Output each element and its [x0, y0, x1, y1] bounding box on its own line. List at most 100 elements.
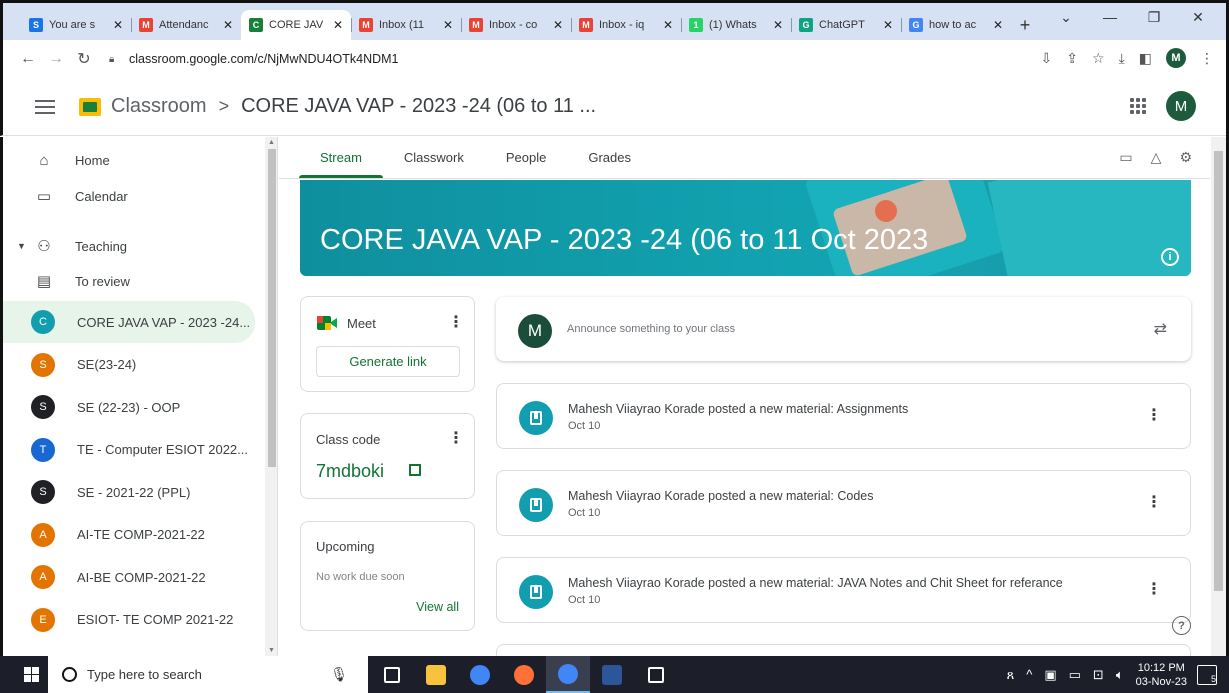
- tab-title: CORE JAV: [269, 19, 324, 31]
- task-view-icon[interactable]: [370, 656, 414, 693]
- page-scroll-thumb[interactable]: [1214, 151, 1223, 591]
- people-icon[interactable]: ጸ: [1007, 667, 1015, 683]
- url-field[interactable]: 🔒︎ classroom.google.com/c/NjMwNDU4OTk4ND…: [109, 52, 399, 66]
- tab-people[interactable]: People: [485, 136, 567, 178]
- microphone-icon[interactable]: 🎙︎: [330, 666, 348, 683]
- account-avatar[interactable]: M: [1166, 91, 1196, 121]
- calendar-icon[interactable]: ▭: [1119, 149, 1132, 166]
- tab-grades[interactable]: Grades: [567, 136, 652, 178]
- repost-icon[interactable]: ⇄: [1154, 319, 1167, 339]
- post-more-icon[interactable]: ⋮: [1146, 408, 1162, 424]
- classroom-logo-icon[interactable]: [79, 97, 101, 116]
- firefox-icon[interactable]: [502, 656, 546, 693]
- photos-icon[interactable]: [634, 656, 678, 693]
- google-apps-icon[interactable]: [1130, 98, 1146, 114]
- info-icon[interactable]: i: [1161, 248, 1179, 266]
- post-more-icon[interactable]: ⋮: [1146, 495, 1162, 511]
- sidebar-item-to-review[interactable]: ▤ To review: [3, 261, 255, 301]
- help-icon[interactable]: ?: [1172, 616, 1191, 635]
- share-icon[interactable]: ⇪: [1066, 50, 1078, 67]
- side-panel-icon[interactable]: ◧: [1139, 50, 1152, 67]
- browser-tab[interactable]: 1 (1) Whats ✕: [681, 10, 791, 40]
- restore-button[interactable]: ❐: [1132, 9, 1176, 26]
- download-icon[interactable]: ⤓: [1119, 50, 1125, 67]
- page-scrollbar[interactable]: [1211, 137, 1226, 656]
- stream-post[interactable]: Mahesh Viiayrao Korade posted a new mate…: [496, 383, 1191, 449]
- sidebar-scrollbar[interactable]: ▲ ▼: [265, 137, 277, 656]
- notification-center-icon[interactable]: 5: [1197, 664, 1217, 685]
- tab-stream[interactable]: Stream: [299, 136, 383, 178]
- sidebar-class-item[interactable]: A AI-TE COMP-2021-22: [3, 514, 255, 556]
- browser-tab[interactable]: Ghow to ac ✕: [901, 10, 1011, 40]
- main-menu-icon[interactable]: [35, 96, 55, 118]
- browser-menu-icon[interactable]: ⋮: [1200, 50, 1214, 67]
- browser-tab[interactable]: M Inbox - iq ✕: [571, 10, 681, 40]
- browser-tab[interactable]: S You are s ✕: [21, 10, 131, 40]
- generate-link-button[interactable]: Generate link: [316, 346, 460, 377]
- sidebar-scroll-thumb[interactable]: [268, 149, 276, 467]
- browser-tab[interactable]: G ChatGPT ✕: [791, 10, 901, 40]
- battery-icon[interactable]: ▭: [1069, 667, 1081, 683]
- sidebar-class-item[interactable]: S SE - 2021-22 (PPL): [3, 471, 255, 513]
- sidebar-class-item[interactable]: A AI-BE COMP-2021-22: [3, 556, 255, 598]
- announce-placeholder[interactable]: Announce something to your class: [567, 323, 735, 335]
- close-tab-icon[interactable]: ✕: [883, 18, 893, 32]
- sidebar-class-item[interactable]: S SE(23-24): [3, 344, 255, 386]
- close-tab-icon[interactable]: ✕: [223, 18, 233, 32]
- forward-icon[interactable]: →: [45, 50, 67, 68]
- network-icon[interactable]: ⊡: [1093, 667, 1104, 683]
- view-all-link[interactable]: View all: [416, 600, 459, 614]
- close-tab-icon[interactable]: ✕: [443, 18, 453, 32]
- stream-post[interactable]: Mahesh Viiayrao Korade posted a new mate…: [496, 557, 1191, 623]
- sidebar-class-item[interactable]: T TE - Computer ESIOT 2022...: [3, 429, 255, 471]
- close-tab-icon[interactable]: ✕: [553, 18, 563, 32]
- close-tab-icon[interactable]: ✕: [993, 18, 1003, 32]
- taskbar-search[interactable]: Type here to search 🎙︎: [48, 656, 368, 693]
- browser-tab[interactable]: M Inbox - co ✕: [461, 10, 571, 40]
- tab-search-icon[interactable]: ⌄: [1044, 9, 1088, 26]
- collapse-caret-icon[interactable]: ▼: [17, 241, 26, 251]
- bookmark-star-icon[interactable]: ☆: [1092, 50, 1105, 67]
- tab-classwork[interactable]: Classwork: [383, 136, 485, 178]
- taskbar-clock[interactable]: 10:12 PM 03-Nov-23: [1136, 661, 1187, 689]
- file-explorer-icon[interactable]: [414, 656, 458, 693]
- tray-overflow-icon[interactable]: ^: [1026, 667, 1032, 682]
- scroll-down-icon[interactable]: ▼: [268, 647, 275, 654]
- settings-gear-icon[interactable]: ⚙: [1179, 149, 1192, 166]
- sidebar-class-item[interactable]: C CORE JAVA VAP - 2023 -24...: [3, 301, 255, 343]
- stream-post[interactable]: Mahesh Viiayrao Korade posted a new mate…: [496, 470, 1191, 536]
- class-code-more-icon[interactable]: ⋮: [448, 431, 464, 447]
- close-tab-icon[interactable]: ✕: [113, 18, 123, 32]
- sidebar-item-home[interactable]: ⌂ Home: [3, 140, 255, 180]
- app-title[interactable]: Classroom: [111, 95, 207, 118]
- announce-box[interactable]: M Announce something to your class ⇄: [496, 297, 1191, 361]
- windows-start-icon[interactable]: [24, 667, 39, 682]
- minimize-button[interactable]: —: [1088, 9, 1132, 26]
- sidebar-item-teaching[interactable]: ⚇ Teaching ▼: [3, 226, 255, 266]
- fullscreen-icon[interactable]: [409, 464, 421, 476]
- chrome-icon[interactable]: [458, 656, 502, 693]
- sidebar-class-item[interactable]: S SE (22-23) - OOP: [3, 386, 255, 428]
- close-window-button[interactable]: ✕: [1176, 9, 1220, 26]
- volume-icon[interactable]: 🔈︎: [1116, 667, 1124, 683]
- close-tab-icon[interactable]: ✕: [773, 18, 783, 32]
- sidebar-class-item[interactable]: E ESIOT- TE COMP 2021-22: [3, 599, 255, 641]
- chrome-icon[interactable]: [546, 656, 590, 693]
- drive-icon[interactable]: △: [1151, 149, 1162, 166]
- meet-more-icon[interactable]: ⋮: [448, 315, 464, 331]
- browser-tab[interactable]: C CORE JAV ✕: [241, 10, 351, 40]
- browser-profile-avatar[interactable]: M: [1166, 48, 1186, 68]
- post-more-icon[interactable]: ⋮: [1146, 582, 1162, 598]
- word-icon[interactable]: [590, 656, 634, 693]
- close-tab-icon[interactable]: ✕: [663, 18, 673, 32]
- sidebar-item-calendar[interactable]: ▭ Calendar: [3, 176, 255, 216]
- browser-tab[interactable]: M Attendanc ✕: [131, 10, 241, 40]
- new-tab-button[interactable]: +: [1011, 10, 1039, 40]
- reload-icon[interactable]: ↻: [73, 49, 95, 69]
- scroll-up-icon[interactable]: ▲: [268, 139, 275, 146]
- close-tab-icon[interactable]: ✕: [333, 18, 343, 32]
- install-app-icon[interactable]: ⇩: [1041, 50, 1053, 67]
- browser-tab[interactable]: M Inbox (11 ✕: [351, 10, 461, 40]
- back-icon[interactable]: ←: [17, 50, 39, 68]
- antivirus-icon[interactable]: ▣: [1044, 667, 1056, 683]
